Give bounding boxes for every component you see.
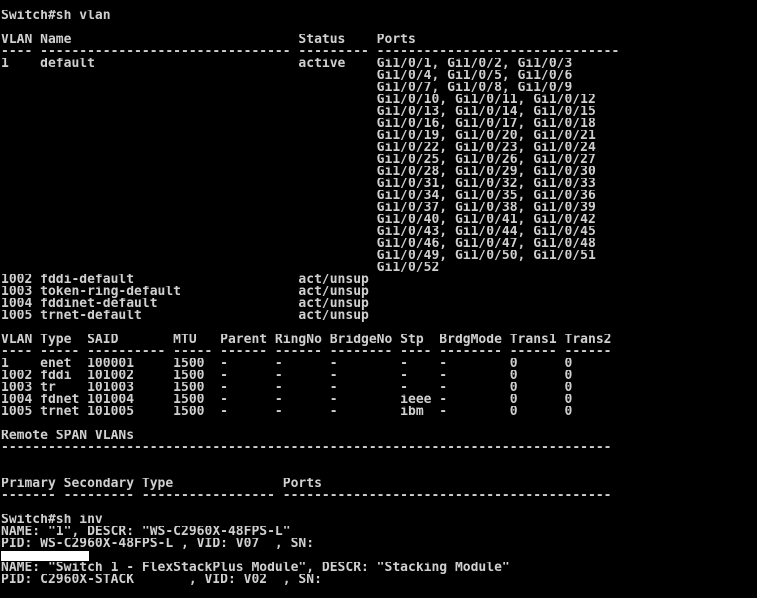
terminal-line-text: 1 enet 100001 1500 - - - - - 0 0 — [1, 358, 573, 370]
terminal-line-text: Gi1/0/49, Gi1/0/50, Gi1/0/51 — [1, 250, 596, 262]
terminal-line-text: Remote SPAN VLANs — [1, 430, 135, 442]
terminal-line-text: ---- ----- ---------- ----- ------ -----… — [1, 346, 612, 358]
terminal-line: Gi1/0/10, Gi1/0/11, Gi1/0/12 — [1, 94, 757, 106]
redacted-serial-number — [1, 551, 89, 561]
terminal-line: 1003 token-ring-default act/unsup — [1, 286, 757, 298]
terminal-line-text: ----------------------------------------… — [1, 442, 612, 454]
terminal-line: Gi1/0/37, Gi1/0/38, Gi1/0/39 — [1, 202, 757, 214]
terminal-line-text: Gi1/0/4, Gi1/0/5, Gi1/0/6 — [1, 70, 573, 82]
terminal-line-text: Switch#sh inv — [1, 514, 103, 526]
terminal-line-text: Switch#sh vlan — [1, 10, 111, 22]
terminal-line-text: Gi1/0/52 — [1, 262, 440, 274]
terminal-line: 1002 fddi 101002 1500 - - - - - 0 0 — [1, 370, 757, 382]
terminal-line: ----------------------------------------… — [1, 442, 757, 454]
terminal-line-text: Gi1/0/13, Gi1/0/14, Gi1/0/15 — [1, 106, 596, 118]
terminal-line-text: Primary Secondary Type Ports — [1, 478, 322, 490]
terminal-line: 1004 fdnet 101004 1500 - - - ieee - 0 0 — [1, 394, 757, 406]
terminal-line-text: NAME: "Switch 1 - FlexStackPlus Module",… — [1, 562, 510, 574]
terminal-line-text: Gi1/0/28, Gi1/0/29, Gi1/0/30 — [1, 166, 596, 178]
terminal-line: Gi1/0/7, Gi1/0/8, Gi1/0/9 — [1, 82, 757, 94]
terminal-line-text: Gi1/0/46, Gi1/0/47, Gi1/0/48 — [1, 238, 596, 250]
terminal-line: NAME: "1", DESCR: "WS-C2960X-48FPS-L" — [1, 526, 757, 538]
terminal-line-text: Gi1/0/22, Gi1/0/23, Gi1/0/24 — [1, 142, 596, 154]
terminal-line: VLAN Type SAID MTU Parent RingNo BridgeN… — [1, 334, 757, 346]
terminal-line: VLAN Name Status Ports — [1, 34, 757, 46]
terminal-line: Gi1/0/19, Gi1/0/20, Gi1/0/21 — [1, 130, 757, 142]
terminal-line-text: 1005 trnet-default act/unsup — [1, 310, 369, 322]
terminal-line-text: 1004 fddinet-default act/unsup — [1, 298, 369, 310]
terminal-line: Gi1/0/34, Gi1/0/35, Gi1/0/36 — [1, 190, 757, 202]
terminal-line-text: 1003 token-ring-default act/unsup — [1, 286, 369, 298]
terminal-line: Gi1/0/46, Gi1/0/47, Gi1/0/48 — [1, 238, 757, 250]
terminal-line: ---- ----- ---------- ----- ------ -----… — [1, 346, 757, 358]
terminal-line: Remote SPAN VLANs — [1, 430, 757, 442]
terminal-line-text: 1003 tr 101003 1500 - - - - - 0 0 — [1, 382, 573, 394]
terminal-line: Primary Secondary Type Ports — [1, 478, 757, 490]
terminal-line: 1005 trnet 101005 1500 - - - ibm - 0 0 — [1, 406, 757, 418]
terminal-line: Gi1/0/31, Gi1/0/32, Gi1/0/33 — [1, 178, 757, 190]
terminal-line-text: Gi1/0/31, Gi1/0/32, Gi1/0/33 — [1, 178, 596, 190]
terminal-line: Switch#sh inv — [1, 514, 757, 526]
terminal-line: Gi1/0/22, Gi1/0/23, Gi1/0/24 — [1, 142, 757, 154]
terminal-line: ---- -------------------------------- --… — [1, 46, 757, 58]
terminal-line-text: Gi1/0/43, Gi1/0/44, Gi1/0/45 — [1, 226, 596, 238]
terminal-line-text: Gi1/0/25, Gi1/0/26, Gi1/0/27 — [1, 154, 596, 166]
terminal-line-text: 1002 fddi-default act/unsup — [1, 274, 369, 286]
terminal-line-text: Gi1/0/10, Gi1/0/11, Gi1/0/12 — [1, 94, 596, 106]
terminal-line: Gi1/0/28, Gi1/0/29, Gi1/0/30 — [1, 166, 757, 178]
terminal-line: Switch#sh vlan — [1, 10, 757, 22]
terminal-line-text: ---- -------------------------------- --… — [1, 46, 620, 58]
terminal-line: 1002 fddi-default act/unsup — [1, 274, 757, 286]
terminal-line-text: 1004 fdnet 101004 1500 - - - ieee - 0 0 — [1, 394, 573, 406]
terminal-line: Gi1/0/40, Gi1/0/41, Gi1/0/42 — [1, 214, 757, 226]
terminal-line-text: VLAN Type SAID MTU Parent RingNo BridgeN… — [1, 334, 612, 346]
terminal-line-text: VLAN Name Status Ports — [1, 34, 416, 46]
terminal-line: Gi1/0/52 — [1, 262, 757, 274]
terminal-line: ------- --------- ----------------- ----… — [1, 490, 757, 502]
terminal-line: Gi1/0/16, Gi1/0/17, Gi1/0/18 — [1, 118, 757, 130]
terminal-line-text: Gi1/0/40, Gi1/0/41, Gi1/0/42 — [1, 214, 596, 226]
terminal-line: PID: WS-C2960X-48FPS-L , VID: V07 , SN: — [1, 538, 757, 550]
terminal-line-text: Gi1/0/37, Gi1/0/38, Gi1/0/39 — [1, 202, 596, 214]
terminal-line — [1, 550, 757, 562]
terminal-line-text: 1 default active Gi1/0/1, Gi1/0/2, Gi1/0… — [1, 58, 573, 70]
terminal-line: 1003 tr 101003 1500 - - - - - 0 0 — [1, 382, 757, 394]
terminal-window[interactable]: Switch#sh vlan VLAN Name Status Ports ----… — [1, 10, 757, 598]
terminal-line-text: 1005 trnet 101005 1500 - - - ibm - 0 0 — [1, 406, 573, 418]
terminal-line: Gi1/0/43, Gi1/0/44, Gi1/0/45 — [1, 226, 757, 238]
terminal-line: 1005 trnet-default act/unsup — [1, 310, 757, 322]
terminal-line-text: NAME: "1", DESCR: "WS-C2960X-48FPS-L" — [1, 526, 291, 538]
terminal-line-text: Gi1/0/7, Gi1/0/8, Gi1/0/9 — [1, 82, 573, 94]
terminal-line-text: PID: C2960X-STACK , VID: V02 , SN: — [1, 574, 330, 586]
terminal-line-text: Gi1/0/16, Gi1/0/17, Gi1/0/18 — [1, 118, 596, 130]
terminal-line: Gi1/0/49, Gi1/0/50, Gi1/0/51 — [1, 250, 757, 262]
terminal-line: PID: C2960X-STACK , VID: V02 , SN: — [1, 574, 757, 586]
terminal-line: 1 default active Gi1/0/1, Gi1/0/2, Gi1/0… — [1, 58, 757, 70]
terminal-line-text: Gi1/0/34, Gi1/0/35, Gi1/0/36 — [1, 190, 596, 202]
terminal-line-text: 1002 fddi 101002 1500 - - - - - 0 0 — [1, 370, 573, 382]
terminal-line-text: Gi1/0/19, Gi1/0/20, Gi1/0/21 — [1, 130, 596, 142]
terminal-line: Gi1/0/13, Gi1/0/14, Gi1/0/15 — [1, 106, 757, 118]
terminal-line: 1004 fddinet-default act/unsup — [1, 298, 757, 310]
terminal-line: NAME: "Switch 1 - FlexStackPlus Module",… — [1, 562, 757, 574]
terminal-line: Gi1/0/4, Gi1/0/5, Gi1/0/6 — [1, 70, 757, 82]
terminal-line-text: ------- --------- ----------------- ----… — [1, 490, 612, 502]
terminal-line: Gi1/0/25, Gi1/0/26, Gi1/0/27 — [1, 154, 757, 166]
terminal-line: 1 enet 100001 1500 - - - - - 0 0 — [1, 358, 757, 370]
terminal-line-text: PID: WS-C2960X-48FPS-L , VID: V07 , SN: — [1, 538, 322, 550]
